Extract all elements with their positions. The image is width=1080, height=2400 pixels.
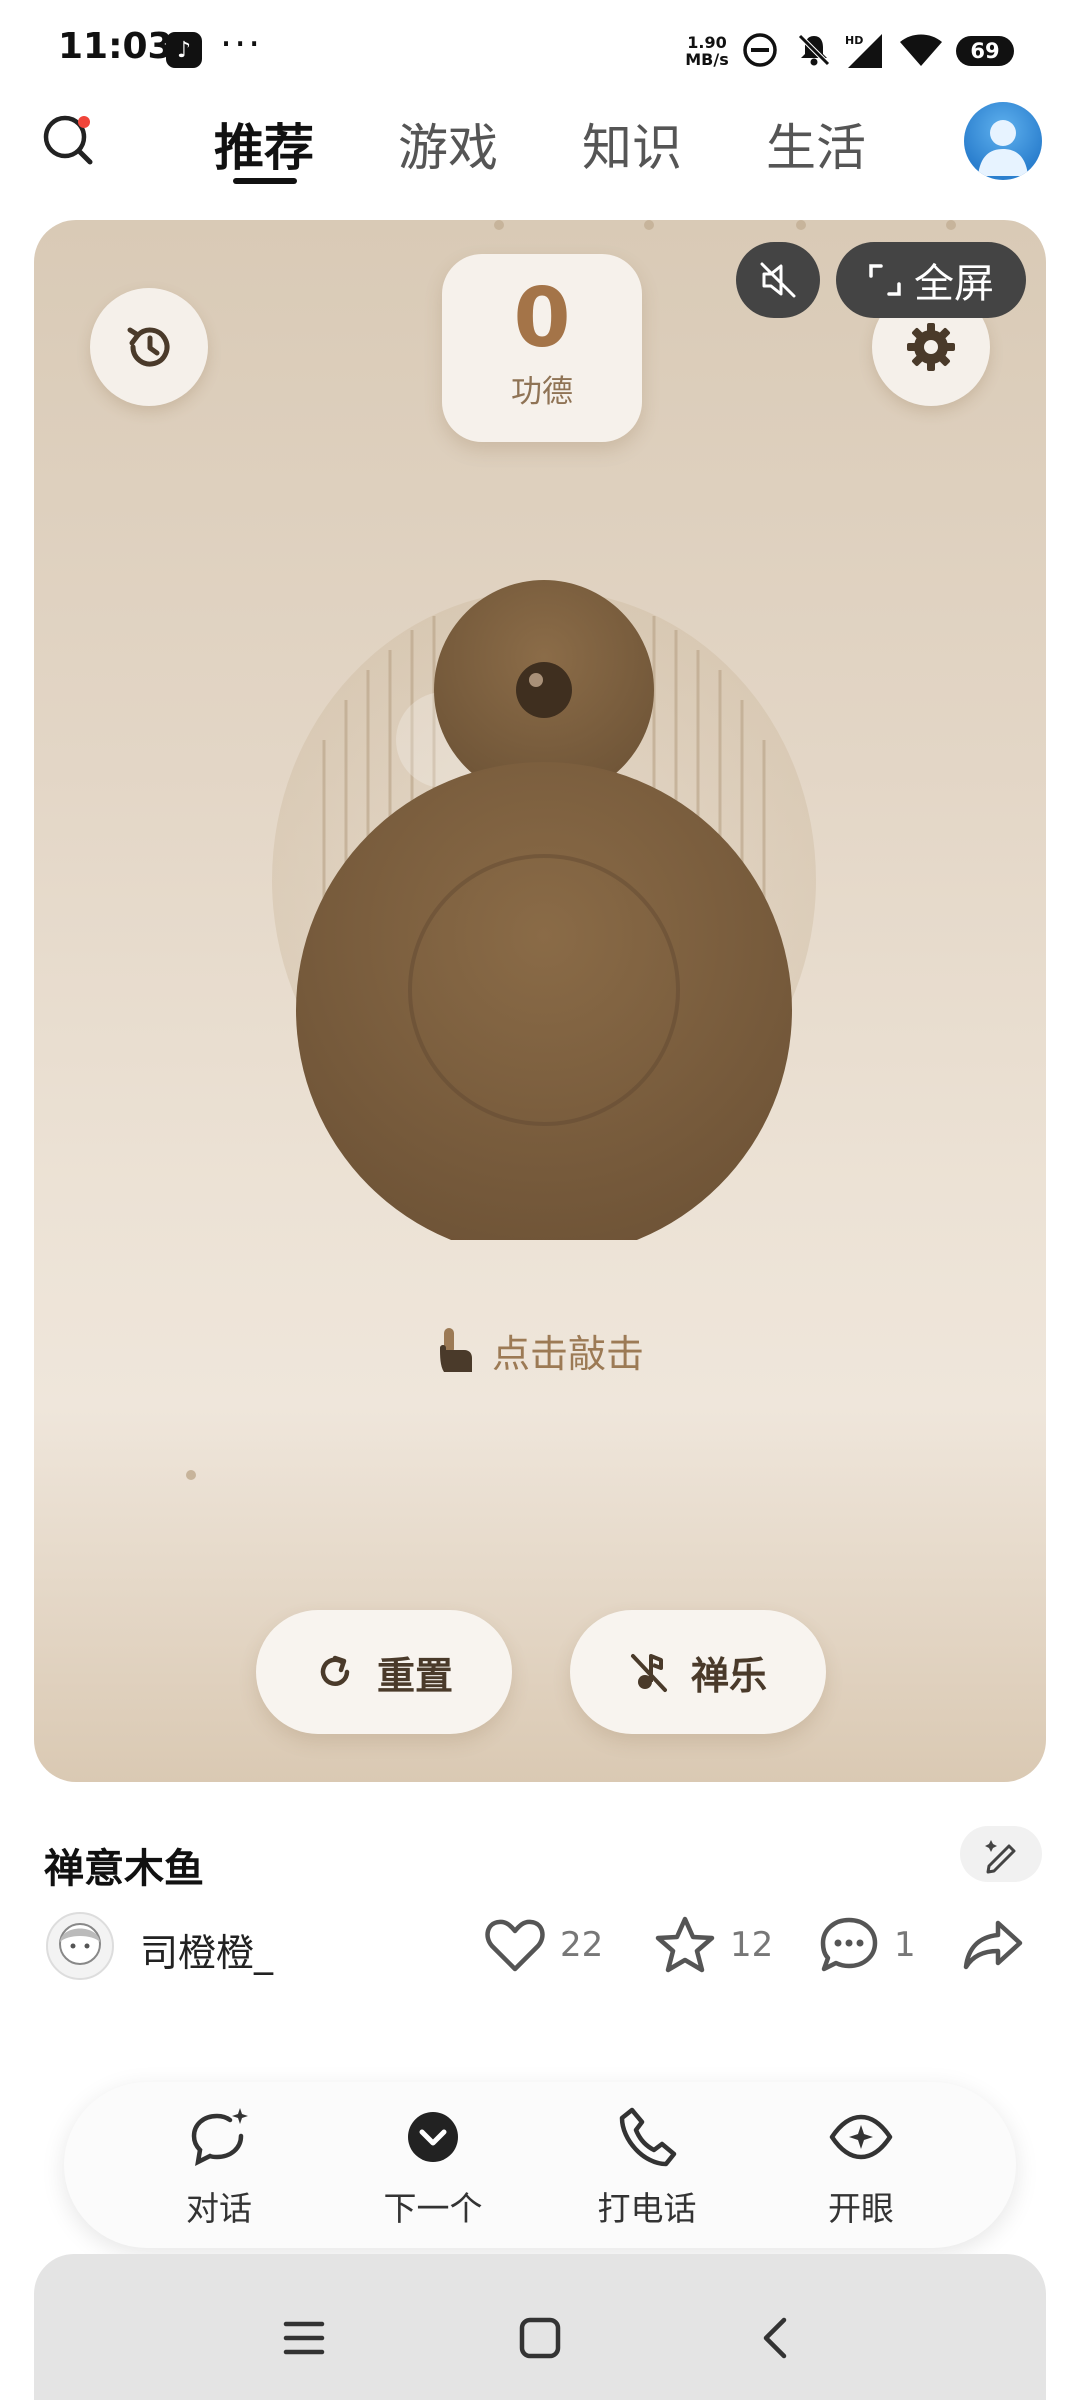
system-nav-bar	[34, 2254, 1046, 2400]
bell-muted-icon	[798, 34, 830, 66]
wooden-fish-card: 0 功德 全屏 点击敲击 重置 禅乐	[34, 220, 1046, 1782]
edit-button[interactable]	[960, 1826, 1042, 1882]
tap-hint: 点击敲击	[434, 1320, 644, 1380]
wooden-fish-illustration	[272, 580, 816, 1258]
merit-label: 功德	[511, 374, 573, 410]
fullscreen-button[interactable]: 全屏	[836, 242, 1026, 318]
call-label: 打电话	[597, 2189, 697, 2228]
eye-sparkle-icon	[829, 2114, 893, 2160]
zen-music-label: 禅乐	[690, 1653, 767, 1698]
hd-signal-icon: HD	[845, 34, 882, 68]
expand-icon	[869, 264, 901, 296]
post-title: 禅意木鱼	[44, 1846, 204, 1892]
call-button[interactable]: 打电话	[572, 2104, 722, 2230]
back-icon[interactable]	[754, 2316, 798, 2360]
share-arrow-icon	[963, 1920, 1023, 1970]
open-eye-label: 开眼	[828, 2189, 894, 2228]
status-more: ···	[220, 22, 263, 66]
tab-knowledge[interactable]: 知识	[582, 108, 682, 180]
wifi-icon	[900, 34, 942, 66]
anime-avatar-icon	[59, 1923, 101, 1965]
gear-icon	[907, 323, 955, 371]
refresh-icon	[320, 1655, 350, 1686]
comment-icon	[820, 1917, 878, 1972]
phone-icon	[619, 2107, 677, 2167]
decor-particle	[494, 220, 504, 230]
top-nav: 推荐 游戏 知识 生活	[0, 90, 1080, 190]
tap-finger-icon	[440, 1328, 472, 1372]
do-not-disturb-icon	[743, 33, 777, 67]
active-tab-indicator	[233, 178, 297, 184]
favorite-button[interactable]: 12	[654, 1910, 773, 1980]
mute-button[interactable]	[736, 242, 820, 318]
tap-hint-label: 点击敲击	[492, 1331, 645, 1376]
chat-button[interactable]: 对话	[144, 2104, 294, 2230]
comment-count: 1	[894, 1925, 916, 1965]
author-name[interactable]: 司橙橙_	[140, 1922, 273, 1977]
history-button[interactable]	[90, 288, 208, 406]
wooden-fish[interactable]	[264, 580, 824, 1258]
open-eye-button[interactable]: 开眼	[786, 2104, 936, 2230]
chevron-down-circle-icon	[408, 2112, 458, 2162]
speaker-muted-icon	[760, 262, 796, 298]
next-button[interactable]: 下一个	[358, 2104, 508, 2230]
tab-life[interactable]: 生活	[766, 108, 866, 180]
bottom-action-bar: 对话 下一个 打电话 开眼	[64, 2082, 1016, 2248]
tab-games[interactable]: 游戏	[398, 108, 498, 180]
star-icon	[655, 1916, 715, 1973]
fullscreen-label: 全屏	[914, 261, 994, 307]
tiktok-icon: ♪	[166, 32, 202, 68]
zen-music-button[interactable]: 禅乐	[570, 1610, 826, 1734]
status-bar: 11:03 ♪ ··· 1.90 MB/s HD 69	[0, 0, 1080, 90]
heart-icon	[485, 1919, 545, 1972]
decor-particle	[644, 220, 654, 230]
comment-button[interactable]: 1	[818, 1910, 916, 1980]
reset-label: 重置	[376, 1653, 453, 1698]
net-speed-unit: MB/s	[685, 50, 729, 69]
battery-indicator: 69	[956, 36, 1014, 66]
notification-dot	[78, 116, 90, 128]
reset-button[interactable]: 重置	[256, 1610, 512, 1734]
svg-text:HD: HD	[845, 34, 863, 47]
like-count: 22	[560, 1925, 604, 1965]
like-button[interactable]: 22	[484, 1910, 603, 1980]
chat-label: 对话	[186, 2189, 252, 2228]
net-speed: 1.90 MB/s	[684, 34, 730, 68]
status-time: 11:03	[58, 26, 173, 67]
decor-particle	[186, 1470, 196, 1480]
user-avatar[interactable]	[964, 102, 1042, 180]
history-icon	[127, 327, 170, 367]
home-icon[interactable]	[518, 2316, 562, 2360]
share-button[interactable]	[962, 1910, 1024, 1980]
next-label: 下一个	[383, 2189, 483, 2228]
user-silhouette-icon	[978, 120, 1028, 176]
author-avatar[interactable]	[46, 1912, 114, 1980]
merit-counter: 0 功德	[442, 254, 642, 442]
decor-particle	[796, 220, 806, 230]
magic-pen-icon	[985, 1840, 1016, 1874]
decor-particle	[946, 220, 956, 230]
favorite-count: 12	[730, 1925, 774, 1965]
tab-recommend[interactable]: 推荐	[214, 108, 314, 180]
menu-icon[interactable]	[282, 2318, 326, 2358]
music-off-icon	[630, 1654, 667, 1692]
chat-sparkle-icon	[191, 2108, 248, 2166]
merit-count: 0	[513, 271, 571, 366]
